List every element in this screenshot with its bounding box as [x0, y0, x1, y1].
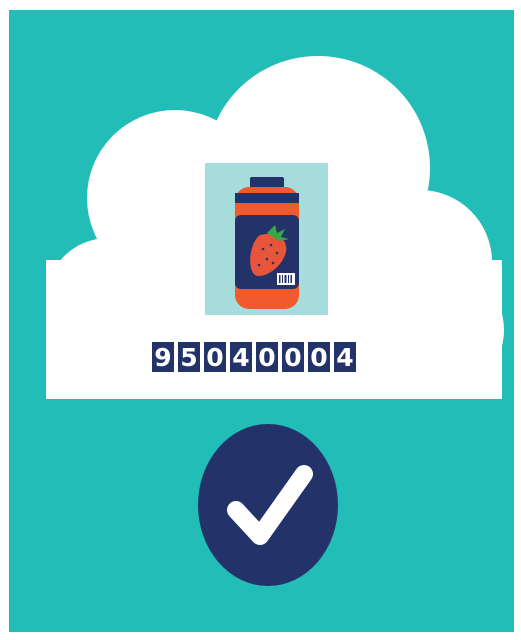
check-badge	[198, 424, 338, 586]
illustration-canvas: 9 5 0 4 0 0 0 4	[0, 0, 521, 640]
product-image	[205, 163, 328, 315]
barcode-icon	[277, 273, 295, 285]
code-digit: 0	[307, 341, 331, 373]
code-digit: 0	[203, 341, 227, 373]
code-digit: 4	[333, 341, 357, 373]
check-circle	[198, 424, 338, 586]
code-digit: 0	[281, 341, 305, 373]
jam-jar-icon	[235, 177, 299, 309]
code-digit: 5	[177, 341, 201, 373]
code-digit: 9	[151, 341, 175, 373]
code-digit: 4	[229, 341, 253, 373]
code-digit: 0	[255, 341, 279, 373]
product-code: 9 5 0 4 0 0 0 4	[151, 341, 357, 373]
